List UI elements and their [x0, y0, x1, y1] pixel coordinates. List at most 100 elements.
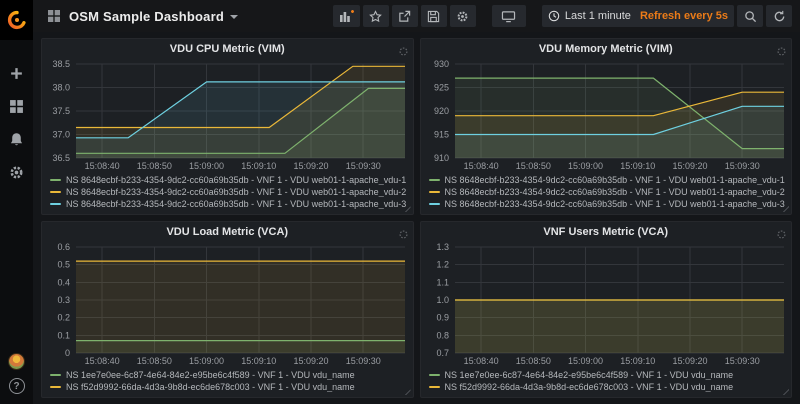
alerting-bell-icon[interactable]	[6, 128, 28, 150]
chart-legend: NS 8648ecbf-b233-4354-9dc2-cc60a69b35db …	[421, 173, 792, 214]
time-series-chart[interactable]: 00.10.20.30.40.50.615:08:4015:08:5015:09…	[42, 242, 413, 368]
svg-text:0.8: 0.8	[436, 330, 449, 340]
page-title: OSM Sample Dashboard	[69, 9, 224, 24]
sidebar: ?	[0, 0, 33, 404]
svg-text:0.2: 0.2	[57, 313, 70, 323]
svg-text:930: 930	[433, 59, 448, 69]
zoom-out-button[interactable]	[737, 5, 763, 27]
create-plus-icon[interactable]	[6, 62, 28, 84]
svg-text:15:09:00: 15:09:00	[568, 356, 603, 366]
legend-series-label: NS 8648ecbf-b233-4354-9dc2-cc60a69b35db …	[445, 199, 785, 209]
time-range-label: Last 1 minute	[565, 10, 631, 22]
panel-header: VDU Memory Metric (VIM)	[421, 39, 792, 59]
legend-item[interactable]: NS 8648ecbf-b233-4354-9dc2-cc60a69b35db …	[429, 198, 786, 210]
legend-series-swatch	[50, 203, 61, 205]
save-button[interactable]	[421, 5, 447, 27]
settings-button[interactable]	[450, 5, 476, 27]
star-button[interactable]	[363, 5, 389, 27]
panel-header: VDU Load Metric (VCA)	[42, 222, 413, 242]
legend-item[interactable]: NS f52d9992-66da-4d3a-9b8d-ec6de678c003 …	[50, 381, 407, 393]
legend-series-label: NS 8648ecbf-b233-4354-9dc2-cc60a69b35db …	[66, 175, 406, 185]
panel-header: VNF Users Metric (VCA)	[421, 222, 792, 242]
configuration-gear-icon[interactable]	[6, 161, 28, 183]
panel-vdu-cpu-metric: VDU CPU Metric (VIM) 36.537.037.538.038.…	[41, 38, 414, 215]
legend-series-label: NS 1ee7e0ee-6c87-4e64-84e2-e95be6c4f589 …	[445, 370, 734, 380]
legend-item[interactable]: NS 1ee7e0ee-6c87-4e64-84e2-e95be6c4f589 …	[50, 369, 407, 381]
svg-text:925: 925	[433, 83, 448, 93]
refresh-button[interactable]	[766, 5, 792, 27]
legend-series-swatch	[429, 191, 440, 193]
time-series-chart[interactable]: 91091592092593015:08:4015:08:5015:09:001…	[421, 59, 792, 173]
svg-text:15:09:10: 15:09:10	[620, 161, 655, 171]
time-range-picker[interactable]: Last 1 minute Refresh every 5s	[542, 5, 734, 27]
svg-text:1.3: 1.3	[436, 242, 449, 252]
help-icon[interactable]: ?	[9, 378, 25, 394]
legend-series-swatch	[50, 191, 61, 193]
legend-item[interactable]: NS 8648ecbf-b233-4354-9dc2-cc60a69b35db …	[429, 186, 786, 198]
svg-text:0.9: 0.9	[436, 313, 449, 323]
dashboard-grid: VDU CPU Metric (VIM) 36.537.037.538.038.…	[33, 32, 800, 404]
legend-series-swatch	[429, 203, 440, 205]
panel-header: VDU CPU Metric (VIM)	[42, 39, 413, 59]
panel-loading-spinner	[777, 226, 786, 244]
legend-series-swatch	[50, 179, 61, 181]
time-series-chart[interactable]: 0.70.80.91.01.11.21.315:08:4015:08:5015:…	[421, 242, 792, 368]
add-panel-button[interactable]	[333, 5, 360, 27]
legend-series-label: NS 8648ecbf-b233-4354-9dc2-cc60a69b35db …	[445, 187, 785, 197]
svg-text:15:09:10: 15:09:10	[620, 356, 655, 366]
legend-item[interactable]: NS 8648ecbf-b233-4354-9dc2-cc60a69b35db …	[50, 174, 407, 186]
dashboards-grid-icon[interactable]	[6, 95, 28, 117]
svg-text:910: 910	[433, 153, 448, 163]
refresh-interval-label: Refresh every 5s	[640, 10, 728, 22]
legend-item[interactable]: NS 8648ecbf-b233-4354-9dc2-cc60a69b35db …	[50, 186, 407, 198]
legend-item[interactable]: NS 1ee7e0ee-6c87-4e64-84e2-e95be6c4f589 …	[429, 369, 786, 381]
chevron-down-icon	[230, 15, 238, 19]
legend-series-swatch	[429, 386, 440, 388]
panel-title[interactable]: VDU CPU Metric (VIM)	[170, 43, 285, 55]
legend-series-swatch	[429, 179, 440, 181]
chart-legend: NS 1ee7e0ee-6c87-4e64-84e2-e95be6c4f589 …	[42, 368, 413, 397]
chart-legend: NS 8648ecbf-b233-4354-9dc2-cc60a69b35db …	[42, 173, 413, 214]
share-button[interactable]	[392, 5, 418, 27]
grafana-logo[interactable]	[0, 0, 33, 40]
svg-text:38.0: 38.0	[52, 83, 70, 93]
panel-title[interactable]: VDU Memory Metric (VIM)	[539, 43, 673, 55]
legend-series-swatch	[50, 374, 61, 376]
svg-text:15:08:50: 15:08:50	[515, 161, 550, 171]
panel-title[interactable]: VDU Load Metric (VCA)	[166, 226, 288, 238]
svg-text:0: 0	[65, 348, 70, 358]
user-avatar[interactable]	[8, 353, 25, 370]
legend-item[interactable]: NS 8648ecbf-b233-4354-9dc2-cc60a69b35db …	[50, 198, 407, 210]
svg-text:1.1: 1.1	[436, 277, 449, 287]
svg-text:0.6: 0.6	[57, 242, 70, 252]
legend-series-label: NS f52d9992-66da-4d3a-9b8d-ec6de678c003 …	[66, 382, 355, 392]
panel-vdu-load-metric: VDU Load Metric (VCA) 00.10.20.30.40.50.…	[41, 221, 414, 398]
svg-text:15:09:10: 15:09:10	[241, 356, 276, 366]
legend-series-label: NS 8648ecbf-b233-4354-9dc2-cc60a69b35db …	[66, 187, 406, 197]
time-series-chart[interactable]: 36.537.037.538.038.515:08:4015:08:5015:0…	[42, 59, 413, 173]
svg-text:15:09:30: 15:09:30	[346, 161, 381, 171]
top-navbar: OSM Sample Dashboard	[33, 0, 800, 32]
legend-series-label: NS 8648ecbf-b233-4354-9dc2-cc60a69b35db …	[445, 175, 785, 185]
svg-text:0.5: 0.5	[57, 260, 70, 270]
svg-text:15:08:50: 15:08:50	[137, 161, 172, 171]
svg-text:0.1: 0.1	[57, 330, 70, 340]
chart-legend: NS 1ee7e0ee-6c87-4e64-84e2-e95be6c4f589 …	[421, 368, 792, 397]
svg-text:15:09:10: 15:09:10	[241, 161, 276, 171]
panel-title[interactable]: VNF Users Metric (VCA)	[543, 226, 668, 238]
cycle-view-button[interactable]	[492, 5, 526, 27]
svg-text:15:08:50: 15:08:50	[137, 356, 172, 366]
svg-text:15:09:00: 15:09:00	[568, 161, 603, 171]
svg-text:15:08:40: 15:08:40	[85, 161, 120, 171]
svg-text:15:08:40: 15:08:40	[463, 161, 498, 171]
svg-text:38.5: 38.5	[52, 59, 70, 69]
svg-text:915: 915	[433, 130, 448, 140]
svg-text:1.0: 1.0	[436, 295, 449, 305]
svg-text:15:09:20: 15:09:20	[293, 356, 328, 366]
svg-text:36.5: 36.5	[52, 153, 70, 163]
dashboard-title-dropdown[interactable]: OSM Sample Dashboard	[69, 9, 238, 24]
legend-item[interactable]: NS f52d9992-66da-4d3a-9b8d-ec6de678c003 …	[429, 381, 786, 393]
svg-text:15:09:20: 15:09:20	[672, 356, 707, 366]
svg-text:15:08:40: 15:08:40	[85, 356, 120, 366]
legend-item[interactable]: NS 8648ecbf-b233-4354-9dc2-cc60a69b35db …	[429, 174, 786, 186]
